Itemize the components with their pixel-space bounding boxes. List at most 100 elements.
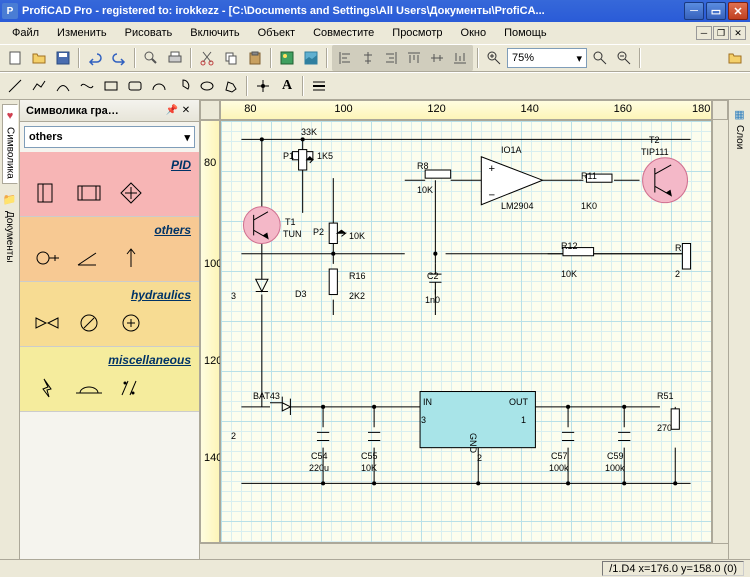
component-label: IN: [423, 397, 432, 407]
new-button[interactable]: [4, 47, 26, 69]
menu-help[interactable]: Помощь: [496, 25, 555, 41]
component-label: 1n0: [425, 295, 440, 305]
chevron-down-icon: ▾: [184, 131, 190, 144]
menu-window[interactable]: Окно: [453, 25, 495, 41]
symbol-preview[interactable]: [32, 310, 62, 336]
component-resistor: [671, 409, 679, 429]
rectangle-tool[interactable]: [100, 75, 122, 97]
polygon-tool[interactable]: [220, 75, 242, 97]
align-center-v-button[interactable]: [426, 47, 448, 69]
menu-insert[interactable]: Включить: [182, 25, 247, 41]
close-button[interactable]: ✕: [728, 2, 748, 20]
component-label: 100k: [549, 463, 569, 473]
insert-image-2-button[interactable]: [300, 47, 322, 69]
left-tab-symbols[interactable]: ♥ Символика: [2, 104, 18, 184]
folder-icon: 📁: [3, 193, 17, 207]
left-tab-documents[interactable]: 📁 Документы: [2, 188, 18, 268]
symbol-preview[interactable]: [116, 245, 146, 271]
symbol-preview[interactable]: [74, 245, 104, 271]
symbol-preview[interactable]: [116, 310, 146, 336]
component-label: C57: [551, 451, 568, 461]
bezier-tool[interactable]: [76, 75, 98, 97]
component-label: C54: [311, 451, 328, 461]
symbol-preview[interactable]: [74, 375, 104, 401]
polyline-tool[interactable]: [28, 75, 50, 97]
menu-draw[interactable]: Рисовать: [117, 25, 181, 41]
open-folder-button[interactable]: [724, 47, 746, 69]
left-tab-strip: ♥ Символика 📁 Документы: [0, 100, 20, 559]
category-pid[interactable]: PID: [20, 152, 199, 217]
component-label: 1K5: [317, 151, 333, 161]
undo-button[interactable]: [84, 47, 106, 69]
vertical-scrollbar[interactable]: [712, 120, 728, 543]
arc-tool[interactable]: [148, 75, 170, 97]
minimize-button[interactable]: ─: [684, 2, 704, 20]
category-others[interactable]: others: [20, 217, 199, 282]
menu-edit[interactable]: Изменить: [49, 25, 115, 41]
zoom-out-button[interactable]: [613, 47, 635, 69]
panel-close-icon[interactable]: ✕: [179, 104, 193, 118]
pie-tool[interactable]: [172, 75, 194, 97]
align-top-button[interactable]: [403, 47, 425, 69]
mdi-close-button[interactable]: ✕: [730, 26, 746, 40]
text-tool[interactable]: A: [276, 75, 298, 97]
horizontal-scrollbar[interactable]: [200, 543, 728, 559]
symbol-preview[interactable]: [116, 180, 146, 206]
symbol-preview[interactable]: [32, 375, 62, 401]
zoom-in-button[interactable]: [589, 47, 611, 69]
maximize-button[interactable]: ▭: [706, 2, 726, 20]
redo-button[interactable]: [108, 47, 130, 69]
left-tab-label: Символика: [5, 127, 16, 179]
rounded-rect-tool[interactable]: [124, 75, 146, 97]
menu-object[interactable]: Объект: [250, 25, 303, 41]
connection-tool[interactable]: [252, 75, 274, 97]
mdi-minimize-button[interactable]: ─: [696, 26, 712, 40]
ellipse-tool[interactable]: [196, 75, 218, 97]
print-button[interactable]: [164, 47, 186, 69]
layers-icon: ▦: [734, 108, 744, 121]
symbol-preview[interactable]: [74, 310, 104, 336]
component-label: LM2904: [501, 201, 534, 211]
align-center-h-button[interactable]: [357, 47, 379, 69]
align-bottom-button[interactable]: [449, 47, 471, 69]
save-button[interactable]: [52, 47, 74, 69]
pin-icon[interactable]: 📌: [165, 104, 179, 118]
symbol-preview[interactable]: [32, 180, 62, 206]
menu-align[interactable]: Совместите: [305, 25, 382, 41]
symbol-preview[interactable]: [116, 375, 146, 401]
category-hydraulics[interactable]: hydraulics: [20, 282, 199, 347]
category-combo[interactable]: others ▾: [24, 126, 195, 148]
canvas-area: 80 100 120 140 160 180 80 100 120 140: [200, 100, 728, 559]
cut-button[interactable]: [196, 47, 218, 69]
component-label: R12: [561, 241, 578, 251]
drawing-canvas[interactable]: + −: [220, 120, 712, 543]
component-label: 10K: [561, 269, 577, 279]
open-button[interactable]: [28, 47, 50, 69]
right-tab-layers[interactable]: ▦ Слои: [732, 104, 748, 153]
menu-file[interactable]: Файл: [4, 25, 47, 41]
component-label: BAT43: [253, 391, 280, 401]
component-label: 2K2: [349, 291, 365, 301]
component-transistor-t1: [243, 207, 280, 244]
copy-button[interactable]: [220, 47, 242, 69]
line-tool[interactable]: [4, 75, 26, 97]
line-style-button[interactable]: [308, 75, 330, 97]
align-left-button[interactable]: [334, 47, 356, 69]
paste-button[interactable]: [244, 47, 266, 69]
mdi-restore-button[interactable]: ❐: [713, 26, 729, 40]
print-preview-button[interactable]: [140, 47, 162, 69]
symbol-preview[interactable]: [74, 180, 104, 206]
curve-tool[interactable]: [52, 75, 74, 97]
align-right-button[interactable]: [380, 47, 402, 69]
zoom-button[interactable]: [483, 47, 505, 69]
zoom-select[interactable]: 75% ▾: [507, 48, 587, 68]
menu-view[interactable]: Просмотр: [384, 25, 450, 41]
vertical-ruler[interactable]: 80 100 120 140: [200, 120, 220, 543]
symbol-preview[interactable]: [32, 245, 62, 271]
horizontal-ruler[interactable]: 80 100 120 140 160 180: [220, 100, 712, 120]
insert-image-1-button[interactable]: [276, 47, 298, 69]
component-label: 1K0: [581, 201, 597, 211]
status-coords: /1.D4 x=176.0 y=158.0 (0): [602, 561, 744, 576]
category-miscellaneous[interactable]: miscellaneous: [20, 347, 199, 412]
component-label: P2: [313, 227, 324, 237]
